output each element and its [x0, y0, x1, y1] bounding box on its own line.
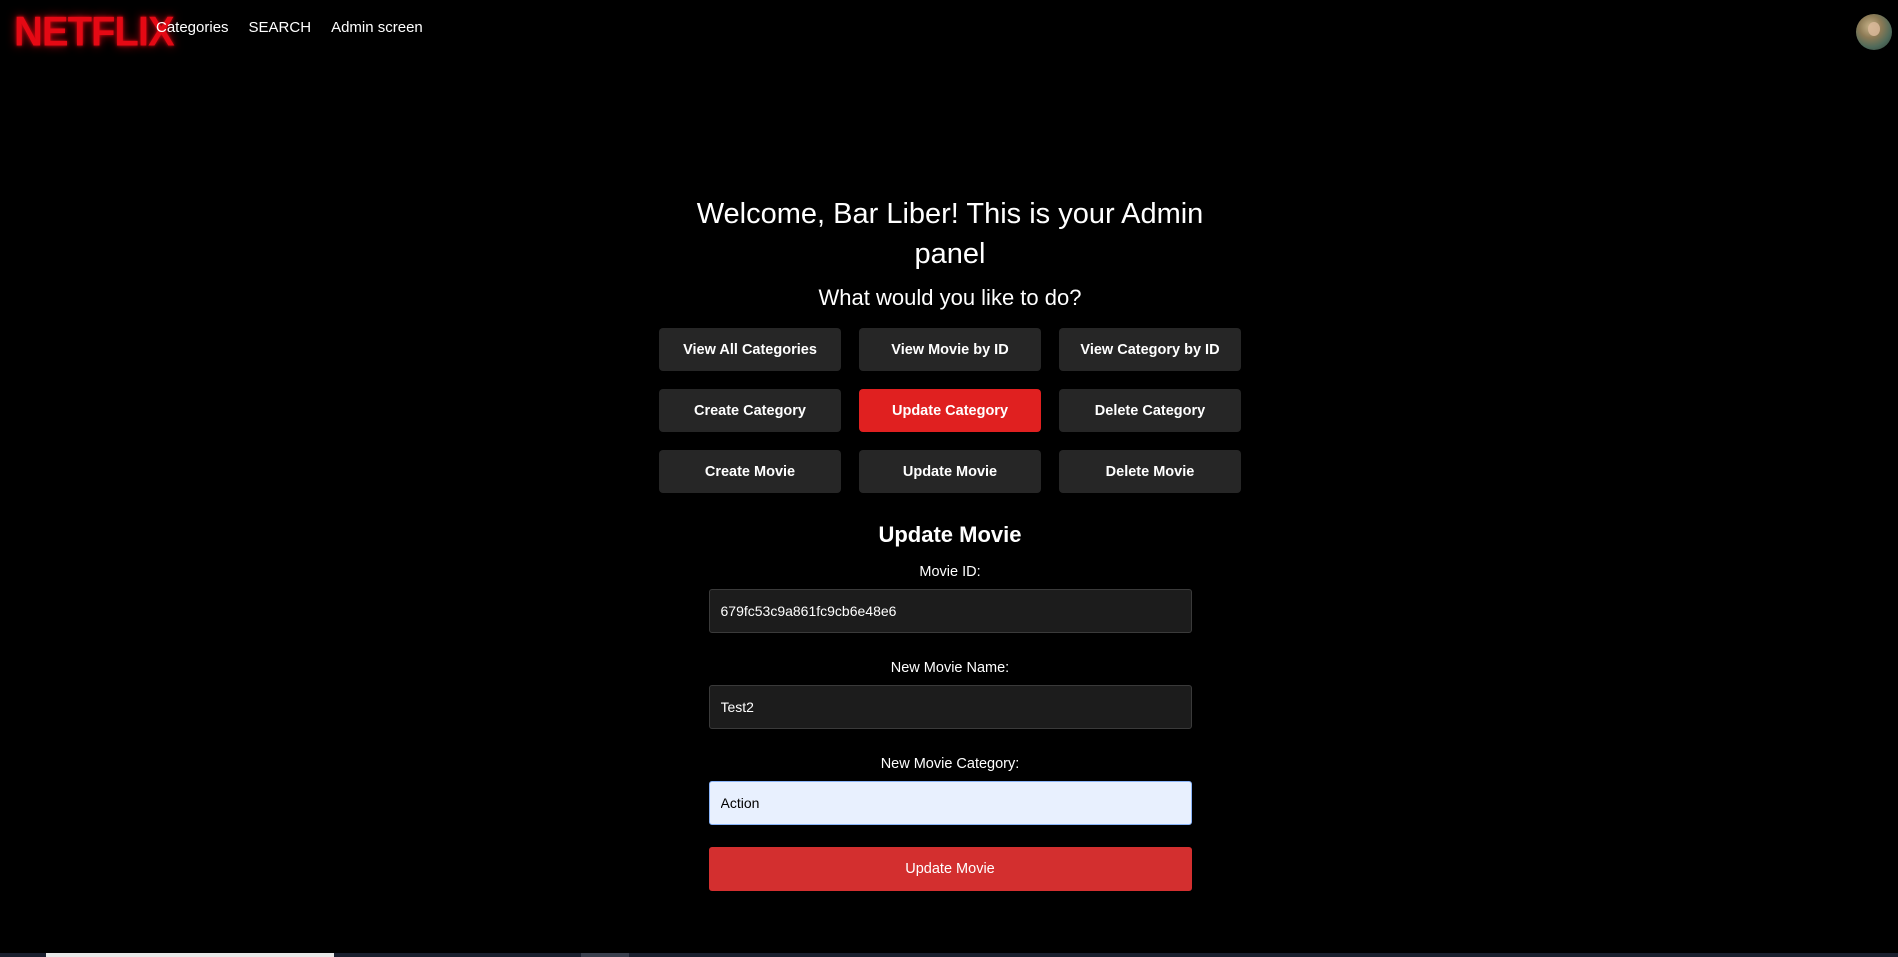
movie-name-label: New Movie Name: [890, 660, 1010, 676]
user-avatar-icon[interactable] [1856, 14, 1892, 50]
taskbar-segment [46, 953, 334, 957]
movie-category-label: New Movie Category: [880, 756, 1020, 772]
view-movie-by-id-button[interactable]: View Movie by ID [859, 328, 1041, 371]
movie-name-input[interactable] [708, 685, 1192, 729]
view-all-categories-button[interactable]: View All Categories [659, 328, 841, 371]
action-button-grid: View All Categories View Movie by ID Vie… [659, 328, 1241, 493]
nav-links: Categories SEARCH Admin screen [156, 18, 423, 38]
welcome-heading: Welcome, Bar Liber! This is your Admin p… [696, 198, 1204, 270]
prompt-text: What would you like to do? [818, 285, 1082, 310]
nav-link-categories[interactable]: Categories [156, 18, 229, 38]
movie-category-input[interactable] [708, 781, 1192, 825]
netflix-logo[interactable]: NETFLIX [14, 9, 175, 55]
movie-id-input[interactable] [708, 589, 1192, 633]
form-title: Update Movie [878, 522, 1022, 547]
create-category-button[interactable]: Create Category [659, 389, 841, 432]
create-movie-button[interactable]: Create Movie [659, 450, 841, 493]
delete-category-button[interactable]: Delete Category [1059, 389, 1241, 432]
update-movie-button[interactable]: Update Movie [859, 450, 1041, 493]
update-movie-submit-button[interactable]: Update Movie [708, 847, 1192, 891]
update-category-button[interactable]: Update Category [859, 389, 1041, 432]
admin-panel: Welcome, Bar Liber! This is your Admin p… [659, 194, 1241, 891]
top-navigation: NETFLIX Categories SEARCH Admin screen [0, 0, 1898, 58]
movie-name-group: New Movie Name: [708, 659, 1192, 729]
delete-movie-button[interactable]: Delete Movie [1059, 450, 1241, 493]
admin-page: NETFLIX Categories SEARCH Admin screen W… [0, 0, 1898, 957]
taskbar-strip [0, 953, 1898, 957]
update-movie-form: Movie ID: New Movie Name: New Movie Cate… [708, 563, 1192, 891]
movie-category-group: New Movie Category: [708, 755, 1192, 825]
nav-link-search[interactable]: SEARCH [249, 18, 312, 38]
taskbar-segment [581, 953, 629, 957]
movie-id-label: Movie ID: [919, 564, 981, 580]
nav-link-admin-screen[interactable]: Admin screen [331, 18, 423, 38]
movie-id-group: Movie ID: [708, 563, 1192, 633]
view-category-by-id-button[interactable]: View Category by ID [1059, 328, 1241, 371]
